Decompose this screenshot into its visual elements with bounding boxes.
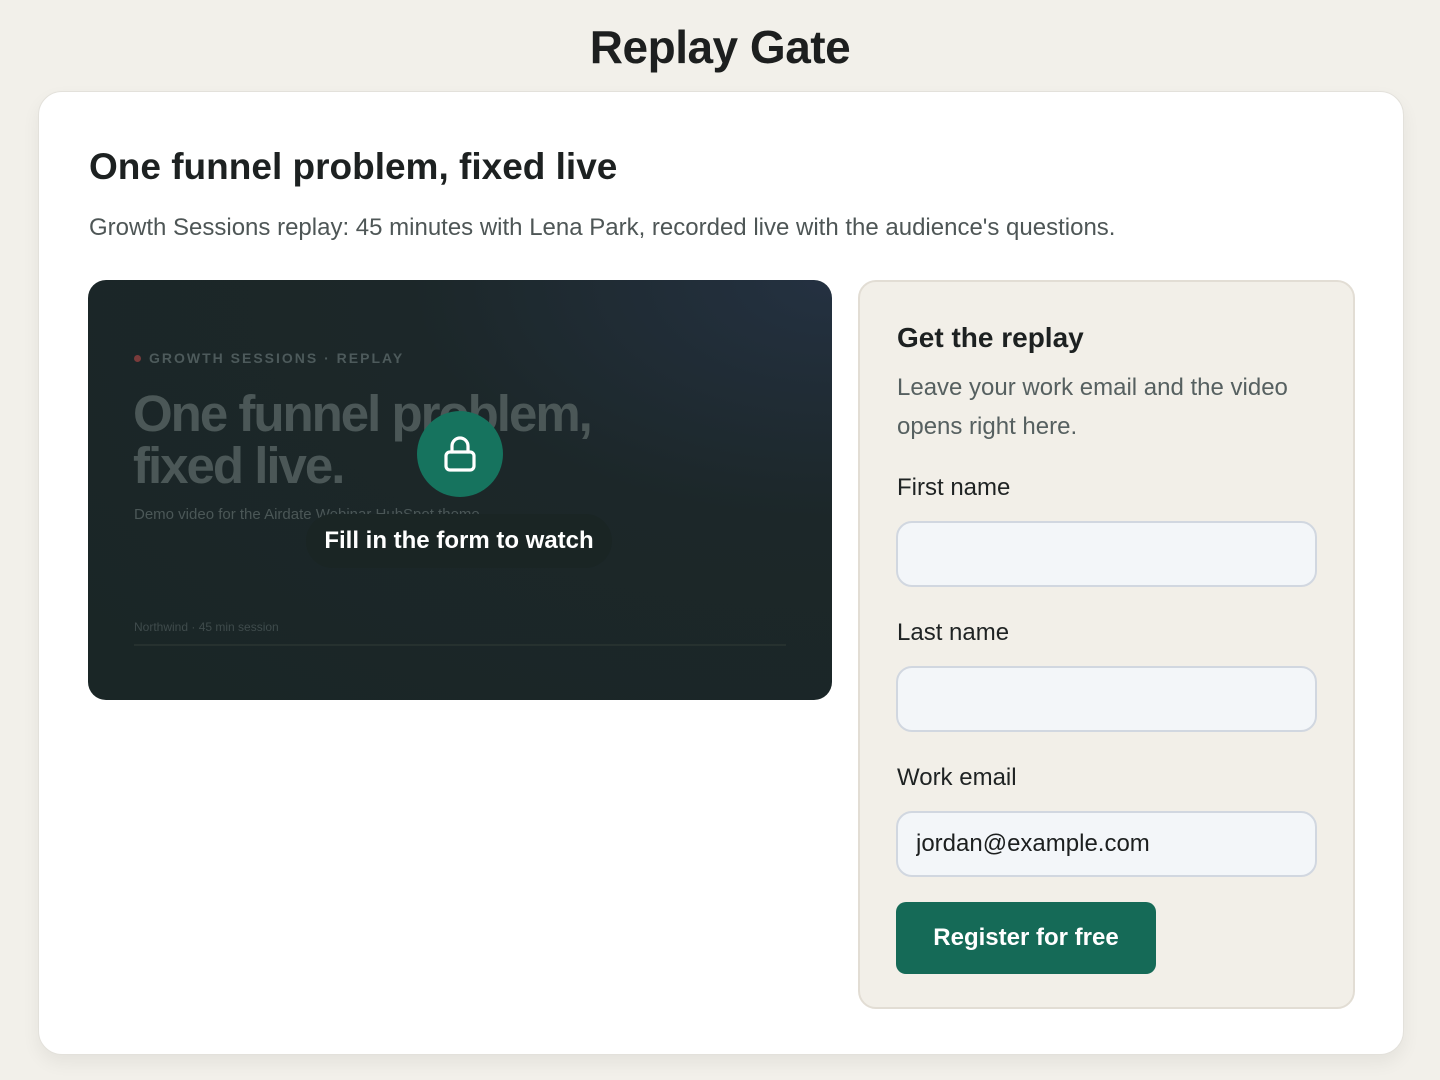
lock-button[interactable] [417, 411, 503, 497]
video-headline: One funnel problem, fixed live. [133, 385, 593, 494]
last-name-label: Last name [897, 619, 1010, 646]
video-progress-track [134, 644, 786, 646]
page-subtitle: Growth Sessions replay: 45 minutes with … [89, 214, 1116, 241]
lock-icon [444, 436, 476, 472]
video-player-locked[interactable]: GROWTH SESSIONS · REPLAY One funnel prob… [88, 280, 832, 700]
live-dot-icon [134, 354, 141, 362]
video-eyebrow: GROWTH SESSIONS · REPLAY [134, 350, 404, 366]
register-button[interactable]: Register for free [896, 902, 1156, 974]
form-title: Get the replay [897, 322, 1084, 353]
page-title: One funnel problem, fixed live [89, 146, 618, 187]
first-name-label: First name [897, 474, 1011, 501]
work-email-label: Work email [897, 764, 1017, 791]
form-description: Leave your work email and the video open… [897, 374, 1288, 440]
locked-overlay-label: Fill in the form to watch [306, 514, 612, 568]
registration-form: Get the replay Leave your work email and… [858, 280, 1355, 1009]
work-email-input[interactable] [896, 811, 1317, 877]
replay-card: One funnel problem, fixed live Growth Se… [38, 91, 1404, 1055]
video-footer: Northwind · 45 min session [134, 620, 279, 634]
first-name-input[interactable] [896, 521, 1317, 587]
last-name-input[interactable] [896, 666, 1317, 732]
page-heading: Replay Gate [589, 21, 851, 73]
video-eyebrow-text: GROWTH SESSIONS · REPLAY [149, 350, 405, 366]
